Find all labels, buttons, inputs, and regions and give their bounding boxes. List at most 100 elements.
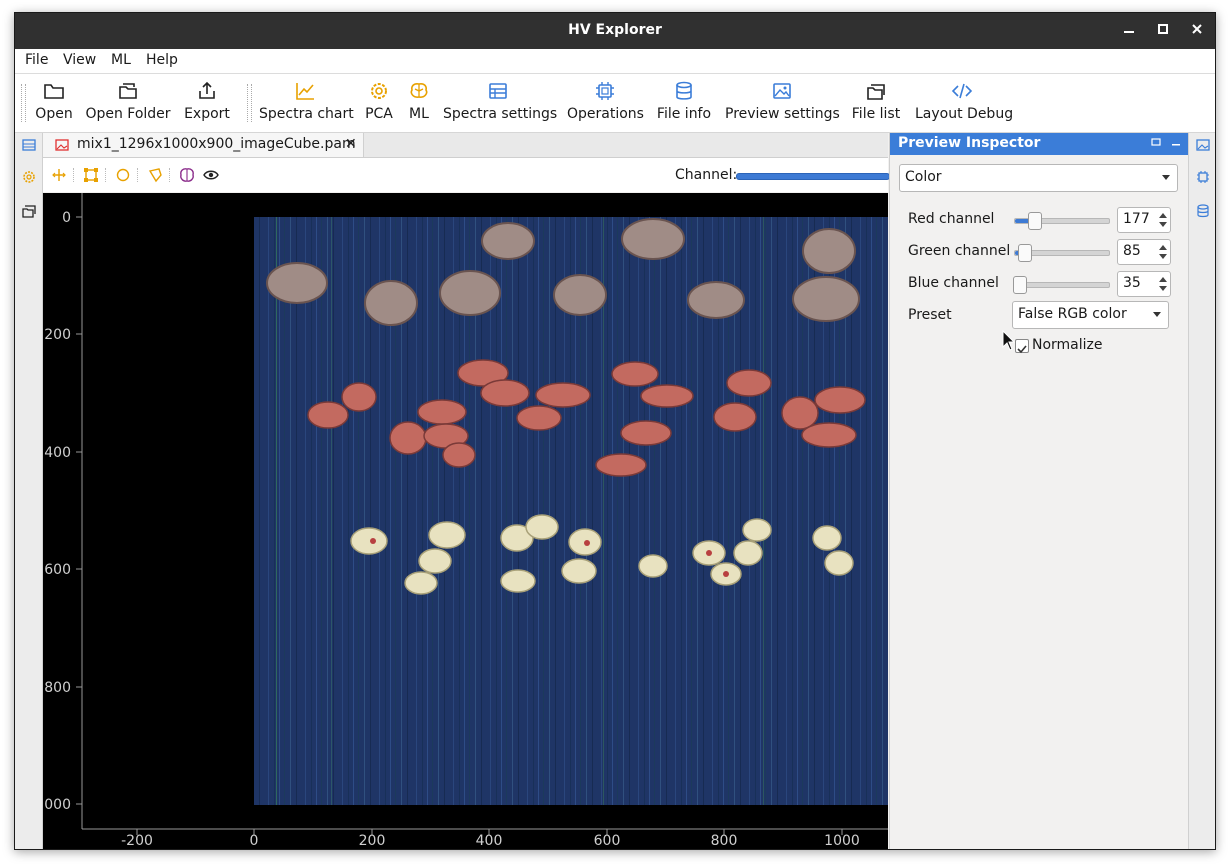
maximize-icon (1158, 24, 1168, 34)
gear-icon[interactable] (21, 169, 37, 185)
rect-select-icon[interactable] (83, 167, 99, 183)
red-channel-spinbox[interactable]: 177 (1117, 207, 1171, 233)
file-list-button[interactable]: File list (851, 78, 901, 122)
preview-settings-button[interactable]: Preview settings (725, 78, 840, 122)
eye-icon[interactable] (203, 167, 219, 183)
image-plot[interactable]: 0 200 400 600 800 1000 -200 0 200 400 600 800 1000 (43, 193, 888, 849)
operations-label: Operations (567, 106, 644, 122)
x-tick-label: 800 (711, 833, 738, 849)
file-list-label: File list (851, 106, 901, 122)
viewer-toolbar: Channel: (43, 158, 890, 192)
menu-file[interactable]: File (25, 52, 48, 68)
preset-select[interactable]: False RGB color (1012, 301, 1169, 329)
open-button[interactable]: Open (34, 78, 74, 122)
red-channel-slider[interactable] (1014, 212, 1110, 230)
right-dock-strip (1188, 133, 1215, 849)
x-tick-label: 1000 (824, 833, 860, 849)
document-tab-label: mix1_1296x1000x900_imageCube.pam (77, 136, 356, 152)
maximize-button[interactable] (1153, 21, 1173, 41)
left-dock-strip (15, 133, 43, 849)
toolbar-grip[interactable] (21, 84, 26, 122)
y-axis-ticks: 0 200 400 600 800 1000 (43, 210, 82, 813)
mouse-cursor-icon (1002, 330, 1016, 351)
spin-down-icon[interactable] (1159, 254, 1167, 259)
x-tick-label: 0 (250, 833, 259, 849)
export-icon (199, 81, 215, 99)
channel-slider[interactable] (736, 173, 890, 180)
red-channel-value: 177 (1123, 211, 1150, 227)
blue-channel-slider[interactable] (1013, 276, 1110, 294)
menu-view[interactable]: View (63, 52, 96, 68)
circle-select-icon[interactable] (115, 167, 131, 183)
float-icon[interactable] (1150, 136, 1162, 148)
pca-label: PCA (365, 106, 393, 122)
y-tick-label: 0 (62, 210, 71, 226)
y-tick-label: 400 (44, 445, 71, 461)
spin-up-icon[interactable] (1159, 213, 1167, 218)
file-info-button[interactable]: File info (656, 78, 712, 122)
y-tick-label: 800 (44, 680, 71, 696)
main-toolbar: Open Open Folder Export Spectra chart PC… (15, 74, 1215, 133)
y-tick-label: 600 (44, 562, 71, 578)
tool-separator (137, 168, 139, 182)
chip-icon[interactable] (1195, 169, 1211, 185)
spin-down-icon[interactable] (1159, 222, 1167, 227)
green-channel-slider-handle[interactable] (1018, 244, 1032, 262)
open-label: Open (35, 106, 73, 122)
spin-down-icon[interactable] (1159, 286, 1167, 291)
green-channel-slider[interactable] (1014, 244, 1110, 262)
close-icon (1192, 24, 1202, 34)
spectra-settings-button[interactable]: Spectra settings (443, 78, 557, 122)
x-axis-ticks: -200 0 200 400 600 800 1000 (121, 829, 860, 849)
minimize-icon[interactable] (1170, 136, 1182, 148)
layout-debug-button[interactable]: Layout Debug (915, 78, 1014, 122)
table-icon[interactable] (21, 137, 37, 153)
document-tab[interactable]: mix1_1296x1000x900_imageCube.pam ✕ (43, 133, 364, 157)
red-channel-slider-handle[interactable] (1028, 212, 1042, 230)
code-icon (951, 83, 973, 99)
brain-icon[interactable] (179, 167, 195, 183)
image-icon[interactable] (1195, 137, 1211, 153)
export-button[interactable]: Export (183, 78, 231, 122)
open-folder-label: Open Folder (85, 106, 171, 122)
polygon-select-icon[interactable] (147, 167, 163, 183)
green-channel-spinbox[interactable]: 85 (1117, 239, 1171, 265)
pca-button[interactable]: PCA (363, 78, 395, 122)
spin-up-icon[interactable] (1159, 245, 1167, 250)
title-bar: HV Explorer (15, 13, 1215, 49)
spectra-chart-button[interactable]: Spectra chart (259, 78, 354, 122)
close-button[interactable] (1187, 21, 1207, 41)
blue-channel-spinbox[interactable]: 35 (1117, 271, 1171, 297)
minimize-button[interactable] (1119, 21, 1139, 41)
open-folder-button[interactable]: Open Folder (85, 78, 171, 122)
layout-debug-label: Layout Debug (915, 106, 1014, 122)
inspector-header: Preview Inspector (890, 133, 1188, 155)
blue-channel-slider-handle[interactable] (1013, 276, 1027, 294)
menu-ml[interactable]: ML (111, 52, 131, 68)
color-mode-select[interactable]: Color (899, 164, 1178, 192)
checkmark-icon (1017, 345, 1027, 354)
files-icon[interactable] (21, 203, 37, 219)
database-icon[interactable] (1195, 203, 1211, 219)
chevron-down-icon (1153, 312, 1161, 317)
channel-label: Channel: (675, 167, 738, 183)
document-tab-bar: mix1_1296x1000x900_imageCube.pam ✕ (43, 133, 888, 158)
tab-close-icon[interactable]: ✕ (345, 136, 357, 152)
export-label: Export (184, 106, 230, 122)
normalize-checkbox[interactable] (1015, 339, 1029, 354)
y-tick-label: 200 (44, 327, 71, 343)
line-chart-icon (296, 83, 314, 100)
toolbar-grip-2[interactable] (247, 84, 252, 122)
normalize-label: Normalize (1032, 337, 1103, 353)
operations-button[interactable]: Operations (567, 78, 644, 122)
ml-button[interactable]: ML (405, 78, 433, 122)
crosshair-icon[interactable] (51, 167, 67, 183)
table-icon (489, 83, 507, 99)
preview-settings-label: Preview settings (725, 106, 840, 122)
menu-help[interactable]: Help (146, 52, 178, 68)
window-title: HV Explorer (568, 22, 662, 38)
preset-value: False RGB color (1018, 306, 1127, 322)
file-info-label: File info (656, 106, 712, 122)
spin-up-icon[interactable] (1159, 277, 1167, 282)
x-tick-label: 400 (476, 833, 503, 849)
